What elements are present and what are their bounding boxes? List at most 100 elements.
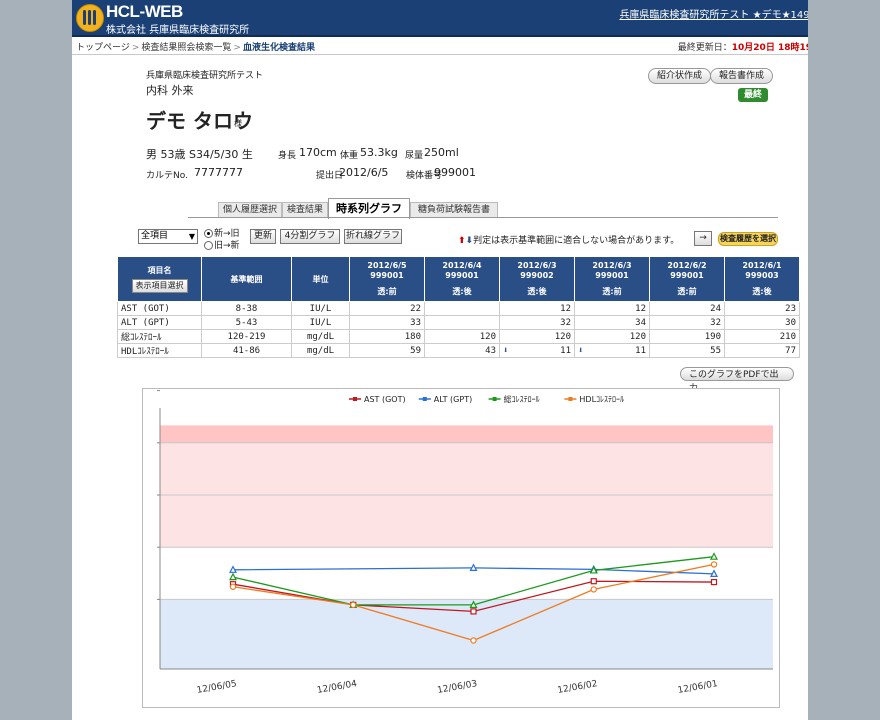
table-row: ALT (GPT) 5-43 IU/L 33 32 34 32 30 <box>117 315 800 330</box>
item-filter-select[interactable]: 全項目 ▼ <box>138 229 198 244</box>
down-arrow-icon: ⬇ <box>503 345 509 356</box>
data-point <box>710 561 718 568</box>
tab-time-series-graph[interactable]: 時系列グラフ <box>328 198 410 219</box>
row-item-name: ALT (GPT) <box>117 315 202 330</box>
result-cell: 59 <box>349 343 425 358</box>
table-row: 総ｺﾚｽﾃﾛｰﾙ 120-219 mg/dL 180 120 120 120 1… <box>117 329 800 344</box>
logo-icon <box>76 4 104 32</box>
down-arrow-icon: ⬇ <box>578 345 584 356</box>
result-cell: 190 <box>649 329 725 344</box>
sort-old-new-radio[interactable]: 旧→新 <box>204 238 240 251</box>
last-updated-label: 最終更新日： <box>677 43 732 53</box>
result-cell-low: ⬇ 11 <box>574 343 650 358</box>
last-updated-value: 10月20日 18時19 <box>731 43 808 53</box>
tab-personal-history[interactable]: 個人履歴選択 <box>218 202 282 218</box>
page: HCL-WEB 株式会社 兵庫県臨床検査研究所 兵庫県臨床検査研究所テスト ★デ… <box>72 0 808 720</box>
x-tick-label: 12/06/01 <box>677 679 719 696</box>
department: 内科 外来 <box>146 84 194 97</box>
result-cell: 77 <box>724 343 800 358</box>
header-date-col[interactable]: 2012/6/3 999002 透:後 <box>499 256 575 302</box>
patient-demographics: 男 53歳 S34/5/30 生 <box>146 148 253 161</box>
x-tick-label: 12/06/05 <box>196 679 238 696</box>
row-range: 8-38 <box>201 301 292 316</box>
judgement-note-text: 判定は表示基準範囲に適合しない場合があります。 <box>473 236 680 246</box>
app-header: HCL-WEB 株式会社 兵庫県臨床検査研究所 兵庫県臨床検査研究所テスト ★デ… <box>72 0 808 37</box>
col-note: 透:前 <box>602 287 622 296</box>
row-range: 41-86 <box>201 343 292 358</box>
export-pdf-button[interactable]: このグラフをPDFで出力 <box>680 367 794 394</box>
result-cell <box>424 301 500 316</box>
result-cell: 22 <box>349 301 425 316</box>
submit-date-value: 2012/6/5 <box>339 166 389 179</box>
col-note: 透:前 <box>377 287 397 296</box>
row-range: 120-219 <box>201 329 292 344</box>
header-date-col[interactable]: 2012/6/4 999001 透:後 <box>424 256 500 302</box>
data-point <box>229 583 237 590</box>
result-cell: 55 <box>649 343 725 358</box>
row-range: 5-43 <box>201 315 292 330</box>
down-arrow-icon: ⬇ <box>465 236 474 246</box>
result-cell: 33 <box>349 315 425 330</box>
chart-range-band <box>160 599 773 669</box>
breadcrumb-current: 血液生化検査結果 <box>242 43 315 53</box>
results-table: 項目名 表示項目選択 基準範囲 単位 2012/6/5 999001 透:前 2012… <box>117 256 800 358</box>
item-filter-value: 全項目 <box>141 231 169 241</box>
result-cell: 12 <box>499 301 575 316</box>
legend-label: 総ｺﾚｽﾃﾛｰﾙ <box>504 394 540 404</box>
result-cell: 30 <box>724 315 800 330</box>
weight-value: 53.3kg <box>360 146 398 159</box>
header-date-col[interactable]: 2012/6/2 999001 透:前 <box>649 256 725 302</box>
final-status-badge: 最終 <box>738 88 768 102</box>
row-unit: mg/dL <box>291 329 350 344</box>
row-item-name: 総ｺﾚｽﾃﾛｰﾙ <box>117 329 202 344</box>
result-value: 11 <box>560 345 571 356</box>
header-date-col[interactable]: 2012/6/3 999001 透:前 <box>574 256 650 302</box>
x-tick-label: 12/06/03 <box>436 679 478 696</box>
breadcrumb-top-link[interactable]: トップページ <box>76 43 130 53</box>
tab-test-results[interactable]: 検査結果 <box>282 202 328 218</box>
judgement-note: ⬆⬇判定は表示基準範囲に適合しない場合があります。 <box>458 233 679 246</box>
col-note: 透:後 <box>527 287 547 296</box>
refresh-button[interactable]: 更新 <box>250 229 276 244</box>
result-cell: 12 <box>574 301 650 316</box>
chart-no-value: 7777777 <box>194 166 243 179</box>
chart-range-band <box>160 425 773 443</box>
select-test-history-button[interactable]: 検査履歴を選択 <box>718 232 778 246</box>
header-date-col[interactable]: 2012/6/5 999001 透:前 <box>349 256 425 302</box>
col-id: 999003 <box>745 271 779 280</box>
row-unit: IU/L <box>291 315 350 330</box>
split-graph-button[interactable]: 4分割グラフ <box>280 229 340 244</box>
urine-value: 250ml <box>424 146 459 159</box>
legend-label: AST (GOT) <box>364 395 406 404</box>
row-item-name: HDLｺﾚｽﾃﾛｰﾙ <box>117 343 202 358</box>
result-cell: 32 <box>649 315 725 330</box>
header-item-label: 項目名 <box>147 265 172 275</box>
col-date: 2012/6/4 <box>442 261 482 270</box>
data-point <box>590 578 597 585</box>
company-name: 株式会社 兵庫県臨床検査研究所 <box>106 25 250 36</box>
patient-honorific: 様 <box>234 119 242 128</box>
col-note: 透:後 <box>452 287 472 296</box>
referral-letter-button[interactable]: 紹介状作成 <box>648 68 712 84</box>
tab-glucose-tolerance-report[interactable]: 糖負荷試験報告書 <box>410 202 498 218</box>
height-value: 170cm <box>299 146 337 159</box>
col-id: 999001 <box>595 271 629 280</box>
data-point <box>590 586 597 593</box>
line-graph-button[interactable]: 折れ線グラフ <box>344 229 402 244</box>
header-date-col[interactable]: 2012/6/1 999003 透:後 <box>724 256 800 302</box>
chart-no-label: カルテNo. <box>146 171 188 181</box>
specimen-no-value: 999001 <box>434 166 476 179</box>
last-updated: 最終更新日：10月20日 18時19 <box>678 40 808 53</box>
show-item-select-button[interactable]: 表示項目選択 <box>131 278 188 293</box>
user-info-link[interactable]: 兵庫県臨床検査研究所テスト ★デモ★1495 <box>619 6 808 21</box>
col-id: 999002 <box>520 271 554 280</box>
legend-label: ALT (GPT) <box>434 395 472 404</box>
arrow-right-button[interactable]: → <box>694 231 712 246</box>
header-range: 基準範囲 <box>201 256 292 302</box>
time-series-chart: 12/06/05 12/06/04 12/06/03 12/06/02 12/06/01… <box>142 388 780 708</box>
result-cell: 120 <box>424 329 500 344</box>
breadcrumb-search-list-link[interactable]: 検査結果照会検索一覧 <box>141 43 231 53</box>
result-cell: 43 <box>424 343 500 358</box>
create-report-button[interactable]: 報告書作成 <box>710 68 774 84</box>
col-date: 2012/6/5 <box>367 261 407 270</box>
